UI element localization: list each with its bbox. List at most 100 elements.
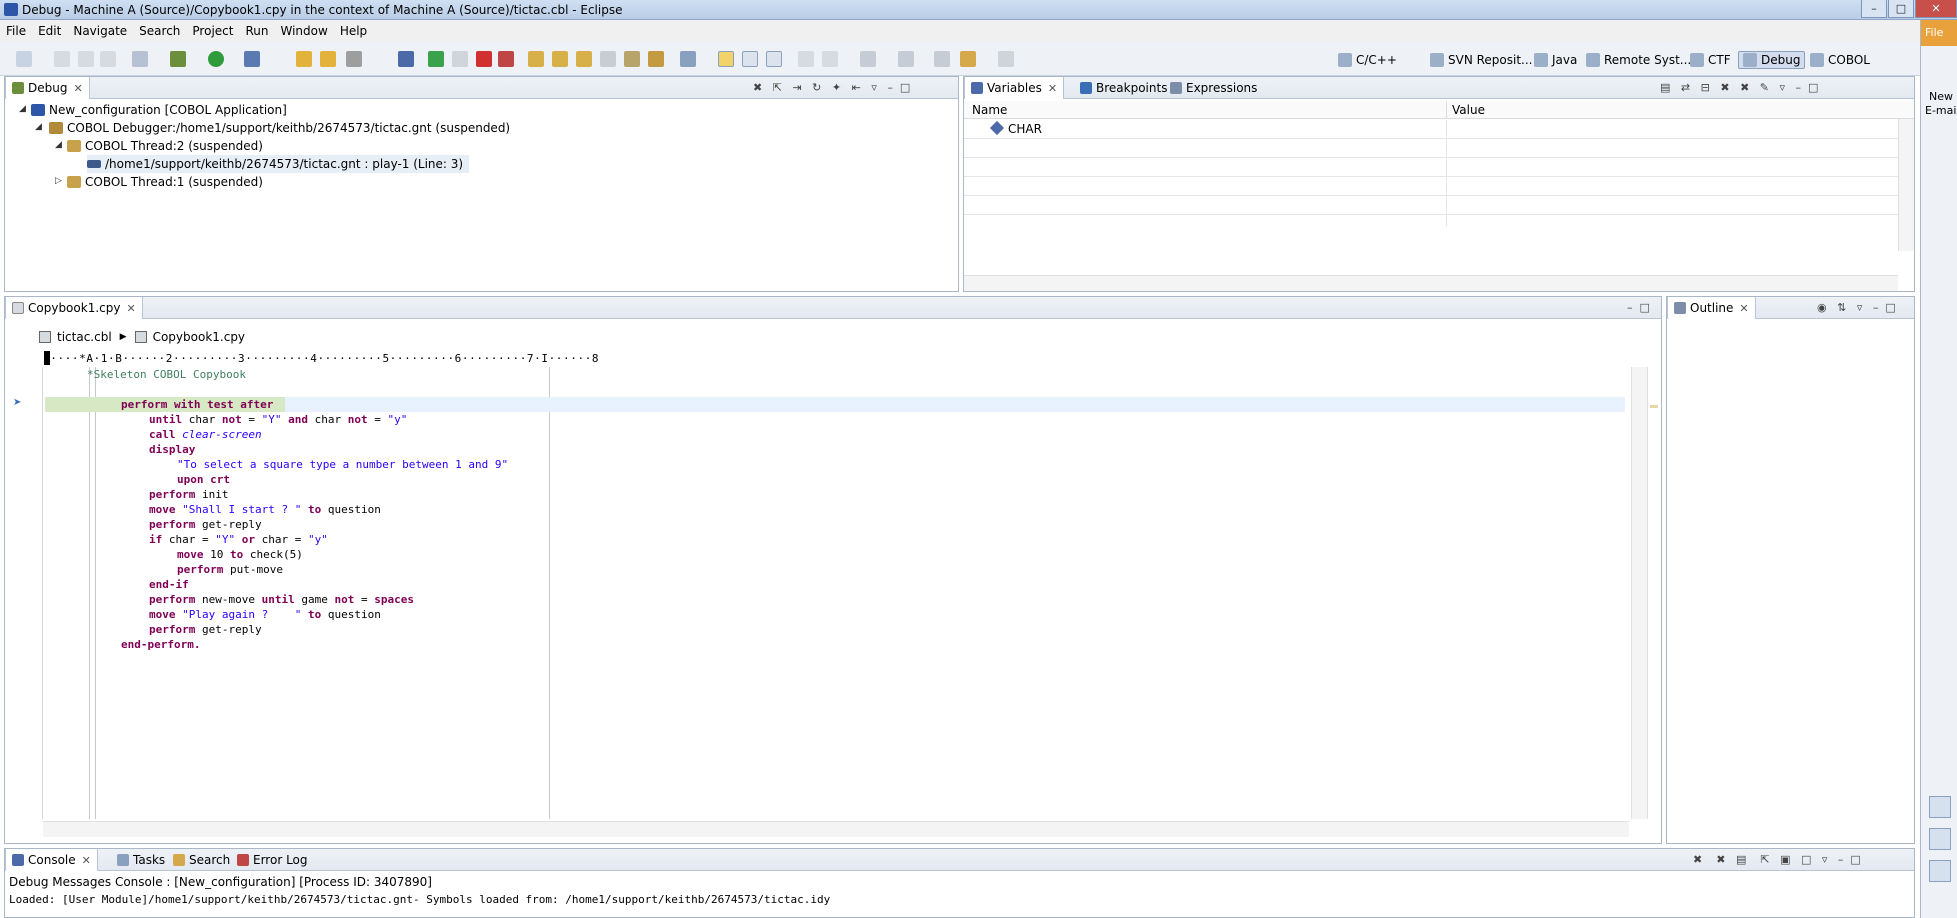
- minimize-view-icon[interactable]: –: [887, 81, 893, 94]
- close-icon[interactable]: ✕: [1915, 0, 1957, 18]
- open-project-icon[interactable]: [320, 51, 336, 67]
- collapse-triangle-icon[interactable]: ▷: [55, 176, 62, 186]
- resume-icon[interactable]: [428, 51, 444, 67]
- perspective-remote-systems[interactable]: Remote Syst...: [1586, 51, 1691, 69]
- column-value[interactable]: Value: [1446, 103, 1485, 117]
- view-icon[interactable]: [680, 51, 696, 67]
- save-icon[interactable]: [54, 51, 70, 67]
- menu-search[interactable]: Search: [139, 24, 180, 38]
- pin-console-icon[interactable]: ⇱: [1760, 853, 1769, 866]
- search-tool-icon[interactable]: [346, 51, 362, 67]
- contacts-icon[interactable]: [1929, 860, 1951, 882]
- last-edit-icon[interactable]: [934, 51, 950, 67]
- tab-search[interactable]: Search: [167, 849, 236, 871]
- expand-triangle-icon[interactable]: ◢: [19, 104, 26, 114]
- drop-to-frame-view-icon[interactable]: ⇤: [852, 81, 861, 94]
- minimize-view-icon[interactable]: –: [1873, 301, 1879, 314]
- maximize-view-icon[interactable]: □: [1850, 853, 1860, 866]
- view-menu-icon[interactable]: ▿: [1822, 853, 1828, 866]
- close-tab-icon[interactable]: ✕: [1739, 302, 1748, 315]
- view-menu-icon[interactable]: ▿: [871, 81, 877, 94]
- save-all-icon[interactable]: [78, 51, 94, 67]
- minimize-icon[interactable]: –: [1861, 0, 1887, 18]
- menu-window[interactable]: Window: [280, 24, 327, 38]
- tab-outline[interactable]: Outline ✕: [1667, 297, 1756, 319]
- step-over-view-icon[interactable]: ↻: [812, 81, 821, 94]
- perspective-ctf[interactable]: CTF: [1690, 51, 1731, 69]
- terminate-icon[interactable]: [476, 51, 492, 67]
- drop-to-frame-icon[interactable]: [600, 51, 616, 67]
- next-annotation-icon[interactable]: [860, 51, 876, 67]
- menu-project[interactable]: Project: [192, 24, 233, 38]
- tree-item-thread-1[interactable]: COBOL Thread:1 (suspended): [67, 173, 263, 191]
- perspective-c-cpp[interactable]: C/C++: [1338, 51, 1397, 69]
- tab-variables[interactable]: Variables ✕: [964, 77, 1065, 99]
- external-tools-icon[interactable]: [244, 51, 260, 67]
- view-menu-icon[interactable]: ▿: [1857, 301, 1863, 314]
- menu-file[interactable]: File: [6, 24, 26, 38]
- tab-error-log[interactable]: Error Log: [231, 849, 314, 871]
- tab-breakpoints[interactable]: Breakpoints: [1074, 77, 1173, 99]
- menu-navigate[interactable]: Navigate: [73, 24, 127, 38]
- animate-icon[interactable]: [648, 51, 664, 67]
- toggle-highlight-icon[interactable]: [718, 51, 734, 67]
- close-tab-icon[interactable]: ✕: [82, 854, 91, 867]
- mail-icon[interactable]: [1929, 796, 1951, 818]
- close-tab-icon[interactable]: ✕: [126, 302, 135, 315]
- use-step-filters-icon[interactable]: [624, 51, 640, 67]
- previous-annotation-icon[interactable]: [898, 51, 914, 67]
- tab-debug[interactable]: Debug ✕: [5, 77, 90, 99]
- close-tab-icon[interactable]: ✕: [1048, 82, 1057, 95]
- format-icon[interactable]: [798, 51, 814, 67]
- close-tab-icon[interactable]: ✕: [73, 82, 82, 95]
- remove-terminated-icon[interactable]: ✖: [753, 81, 762, 94]
- display-console-icon[interactable]: ▣: [1780, 853, 1790, 866]
- terminate-console-icon[interactable]: ✖: [1693, 853, 1702, 866]
- column-name[interactable]: Name: [972, 103, 1007, 117]
- remove-all-icon[interactable]: ✖: [1740, 81, 1749, 94]
- maximize-view-icon[interactable]: □: [1808, 81, 1818, 94]
- step-over-icon[interactable]: [552, 51, 568, 67]
- print-icon[interactable]: [100, 51, 116, 67]
- email-label[interactable]: E-mai: [1925, 104, 1956, 117]
- calendar-icon[interactable]: [1929, 828, 1951, 850]
- minimize-view-icon[interactable]: –: [1627, 301, 1633, 314]
- tab-tasks[interactable]: Tasks: [111, 849, 171, 871]
- sort-icon[interactable]: ⇅: [1837, 301, 1846, 314]
- add-expression-icon[interactable]: ✎: [1760, 81, 1769, 94]
- remove-icon[interactable]: ✖: [1720, 81, 1729, 94]
- clear-console-icon[interactable]: ▤: [1736, 853, 1746, 866]
- back-icon[interactable]: [960, 51, 976, 67]
- open-folder-icon[interactable]: [296, 51, 312, 67]
- maximize-view-icon[interactable]: □: [1640, 301, 1650, 314]
- hide-fields-icon[interactable]: ◉: [1817, 301, 1827, 314]
- maximize-icon[interactable]: □: [1888, 0, 1914, 18]
- tab-console[interactable]: Console ✕: [5, 849, 98, 871]
- breadcrumb-item-tictac[interactable]: tictac.cbl: [57, 330, 112, 344]
- perspective-debug[interactable]: Debug: [1738, 51, 1806, 69]
- perspective-java[interactable]: Java: [1534, 51, 1577, 69]
- maximize-view-icon[interactable]: □: [1885, 301, 1895, 314]
- variables-vertical-scrollbar[interactable]: [1898, 119, 1914, 251]
- perspective-cobol[interactable]: COBOL: [1810, 51, 1870, 69]
- show-type-names-icon[interactable]: ▤: [1660, 81, 1670, 94]
- step-into-icon[interactable]: [528, 51, 544, 67]
- tree-item-debugger[interactable]: COBOL Debugger:/home1/support/keithb/267…: [49, 119, 510, 137]
- step-into-view-icon[interactable]: ⇥: [792, 81, 801, 94]
- table-row[interactable]: CHAR: [964, 120, 1898, 139]
- collapse-icon[interactable]: ⇱: [773, 81, 782, 94]
- maximize-view-icon[interactable]: □: [900, 81, 910, 94]
- perspective-svn[interactable]: SVN Reposit...: [1430, 51, 1533, 69]
- expand-triangle-icon[interactable]: ◢: [55, 140, 62, 150]
- breadcrumb-item-copybook1[interactable]: Copybook1.cpy: [153, 330, 245, 344]
- skip-breakpoints-icon[interactable]: [398, 51, 414, 67]
- debug-icon[interactable]: [170, 51, 186, 67]
- build-icon[interactable]: [132, 51, 148, 67]
- toggle-block-icon[interactable]: [742, 51, 758, 67]
- variables-horizontal-scrollbar[interactable]: [964, 275, 1898, 291]
- tree-item-thread-2[interactable]: COBOL Thread:2 (suspended): [67, 137, 263, 155]
- console-output[interactable]: Loaded: [User Module]/home1/support/keit…: [9, 893, 830, 906]
- menu-edit[interactable]: Edit: [38, 24, 61, 38]
- code-area[interactable]: *Skeleton COBOL Copybook perform with te…: [5, 367, 1631, 819]
- format-2-icon[interactable]: [822, 51, 838, 67]
